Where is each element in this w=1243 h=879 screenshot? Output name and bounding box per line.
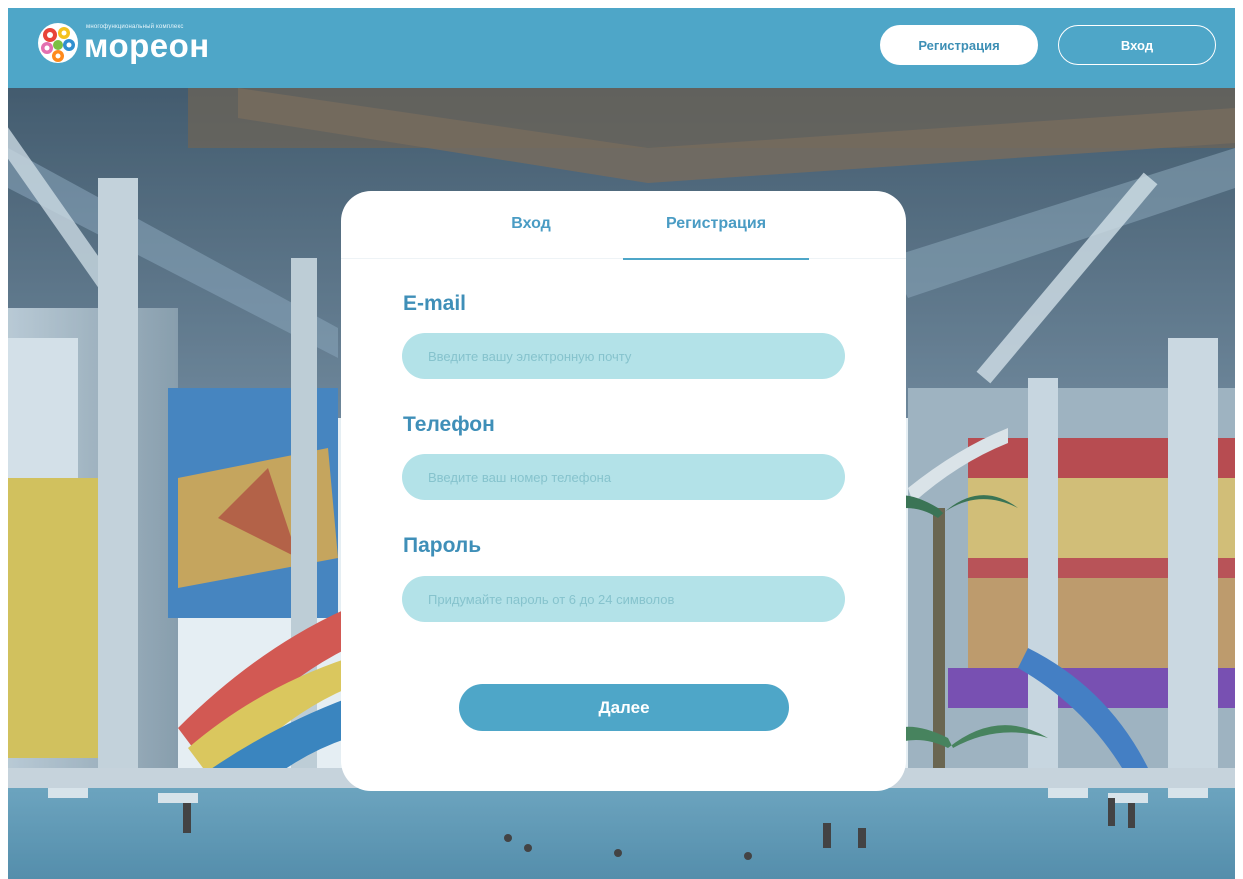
page-frame: многофункциональный комплекс мореон Реги…	[8, 8, 1235, 879]
tab-register[interactable]: Регистрация	[623, 213, 809, 260]
logo-wordmark: мореон	[84, 27, 210, 64]
phone-label: Телефон	[403, 413, 495, 436]
phone-input[interactable]	[402, 454, 845, 500]
next-button[interactable]: Далее	[459, 684, 789, 731]
site-header: многофункциональный комплекс мореон Реги…	[8, 8, 1235, 88]
email-label: E-mail	[403, 292, 467, 315]
password-label: Пароль	[403, 534, 482, 557]
header-login-button[interactable]: Вход	[1058, 25, 1216, 65]
header-register-button[interactable]: Регистрация	[880, 25, 1038, 65]
password-input[interactable]	[402, 576, 845, 622]
logo[interactable]: многофункциональный комплекс мореон	[36, 20, 236, 64]
tab-login[interactable]: Вход	[451, 213, 611, 259]
logo-mark-icon	[38, 23, 78, 63]
email-input[interactable]	[402, 333, 845, 379]
auth-tabs: Вход Регистрация	[341, 191, 906, 260]
auth-card: Вход Регистрация E-mail Телефон Пароль Д…	[341, 191, 906, 791]
